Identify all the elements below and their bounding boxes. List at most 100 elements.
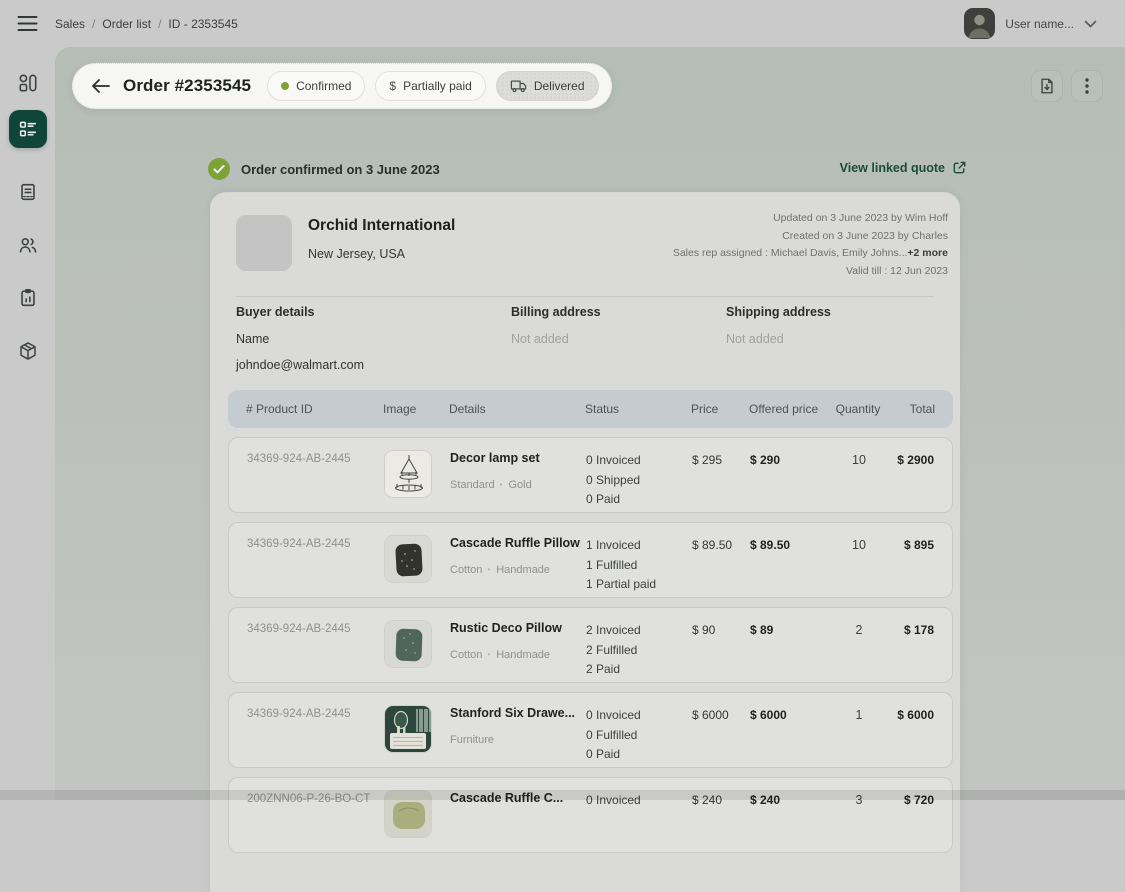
product-details: Rustic Deco Pillow Cotton Handmade: [450, 621, 586, 661]
product-quantity: 10: [834, 451, 884, 467]
product-price: $ 90: [692, 621, 750, 637]
sidebar-item-customers[interactable]: [0, 226, 55, 264]
chevron-down-icon[interactable]: [1084, 20, 1097, 28]
product-offered-price: $ 89.50: [750, 536, 834, 552]
product-status: 0 Invoiced 0 Fulfilled 0 Paid: [586, 706, 692, 765]
product-details: Cascade Ruffle C...: [450, 791, 586, 819]
reports-icon: [17, 287, 39, 309]
products-icon: [17, 340, 39, 362]
product-price: $ 295: [692, 451, 750, 467]
product-offered-price: $ 89: [750, 621, 834, 637]
customers-icon: [17, 234, 39, 256]
table-row[interactable]: 34369-924-AB-2445 Cascade Ruffle Pillow …: [228, 522, 953, 598]
product-attr: Standard: [450, 479, 495, 491]
view-linked-quote-link[interactable]: View linked quote: [840, 160, 967, 175]
product-quantity: 2: [834, 621, 884, 637]
table-row[interactable]: 34369-924-AB-2445 Stanford Six Drawe... …: [228, 692, 953, 768]
header-actions: [1031, 70, 1103, 102]
col-price: Price: [691, 402, 749, 416]
product-price: $ 240: [692, 791, 750, 807]
more-reps-link[interactable]: +2 more: [907, 247, 948, 259]
product-id: 200ZNN06-P-26-BO-CT: [247, 791, 384, 805]
back-button[interactable]: [89, 74, 113, 98]
breadcrumb-order-list[interactable]: Order list: [102, 17, 151, 31]
product-total: $ 720: [884, 791, 934, 807]
sidebar-item-orders[interactable]: [9, 110, 47, 148]
file-download-icon: [1038, 77, 1056, 95]
product-quantity: 3: [834, 791, 884, 807]
product-rows: 34369-924-AB-2445 Decor lamp set Standar…: [228, 437, 953, 853]
order-list-icon: [17, 118, 39, 140]
product-total: $ 2900: [884, 451, 934, 467]
sidebar-item-dashboard[interactable]: [0, 64, 55, 102]
table-header: # Product ID Image Details Status Price …: [228, 390, 953, 428]
meta-updated: Updated on 3 June 2023 by Wim Hoff: [673, 210, 948, 228]
section-divider: [236, 296, 934, 297]
product-status: 0 Invoiced: [586, 791, 692, 811]
col-status: Status: [585, 402, 691, 416]
product-id: 34369-924-AB-2445: [247, 451, 384, 465]
dollar-icon: $: [389, 80, 396, 92]
decor-lamp-image: [384, 450, 432, 498]
billing-address-value: Not added: [511, 332, 569, 346]
col-offered-price: Offered price: [749, 402, 833, 416]
product-attr: Handmade: [487, 649, 550, 661]
badge-label: Partially paid: [403, 79, 472, 93]
user-avatar[interactable]: [964, 8, 995, 39]
user-menu[interactable]: User name...: [964, 0, 1097, 47]
meta-valid-till: Valid till : 12 Jun 2023: [673, 263, 948, 281]
badge-label: Delivered: [534, 79, 585, 93]
product-attr: Furniture: [450, 734, 494, 746]
product-status: 1 Invoiced 1 Fulfilled 1 Partial paid: [586, 536, 692, 595]
dashboard-icon: [17, 72, 39, 94]
product-name: Cascade Ruffle Pillow: [450, 536, 586, 551]
product-name: Cascade Ruffle C...: [450, 791, 586, 806]
kebab-menu-icon: [1085, 78, 1089, 94]
product-details: Stanford Six Drawe... Furniture: [450, 706, 586, 746]
green-pillow-image: [384, 790, 432, 838]
breadcrumb-sales[interactable]: Sales: [55, 17, 85, 31]
more-options-button[interactable]: [1071, 70, 1103, 102]
link-label: View linked quote: [840, 161, 945, 175]
table-row[interactable]: 34369-924-AB-2445 Decor lamp set Standar…: [228, 437, 953, 513]
product-details: Cascade Ruffle Pillow CottonHandmade: [450, 536, 586, 576]
product-total: $ 6000: [884, 706, 934, 722]
sidebar-item-invoices[interactable]: [0, 173, 55, 211]
dark-pillow-image: [384, 535, 432, 583]
company-name: Orchid International: [308, 217, 455, 235]
breadcrumb: Sales / Order list / ID - 2353545: [55, 0, 238, 47]
status-badge-payment: $ Partially paid: [375, 71, 485, 101]
buyer-details-label: Buyer details: [236, 305, 315, 319]
product-total: $ 895: [884, 536, 934, 552]
user-name-label: User name...: [1005, 17, 1074, 31]
main-content: Order #2353545 Confirmed $ Partially pai…: [55, 47, 1125, 800]
buyer-name: Name: [236, 332, 269, 346]
col-details: Details: [449, 402, 585, 416]
truck-icon: [510, 79, 527, 93]
product-quantity: 10: [834, 536, 884, 552]
product-name: Decor lamp set: [450, 451, 586, 466]
top-bar: Sales / Order list / ID - 2353545 User n…: [0, 0, 1125, 47]
order-title: Order #2353545: [123, 76, 251, 96]
table-row[interactable]: 200ZNN06-P-26-BO-CT Cascade Ruffle C... …: [228, 777, 953, 853]
check-circle-icon: [208, 158, 230, 180]
product-name: Rustic Deco Pillow: [450, 621, 586, 636]
status-badge-confirmed: Confirmed: [267, 71, 365, 101]
order-confirmation-bar: Order confirmed on 3 June 2023 View link…: [55, 147, 1125, 193]
product-offered-price: $ 6000: [750, 706, 834, 722]
sidebar-item-products[interactable]: [0, 332, 55, 370]
product-offered-price: $ 290: [750, 451, 834, 467]
product-attr: Cotton: [450, 649, 482, 661]
product-name: Stanford Six Drawe...: [450, 706, 586, 721]
product-attr: Gold: [500, 479, 532, 491]
sidebar-item-reports[interactable]: [0, 279, 55, 317]
hamburger-menu-icon[interactable]: [17, 15, 39, 33]
external-link-icon: [952, 160, 967, 175]
col-total: Total: [883, 402, 935, 416]
company-logo-placeholder: [236, 215, 292, 271]
product-quantity: 1: [834, 706, 884, 722]
download-document-button[interactable]: [1031, 70, 1063, 102]
status-badge-delivery: Delivered: [496, 71, 599, 101]
table-row[interactable]: 34369-924-AB-2445 Rustic Deco Pillow Cot…: [228, 607, 953, 683]
product-details: Decor lamp set Standard Gold: [450, 451, 586, 491]
